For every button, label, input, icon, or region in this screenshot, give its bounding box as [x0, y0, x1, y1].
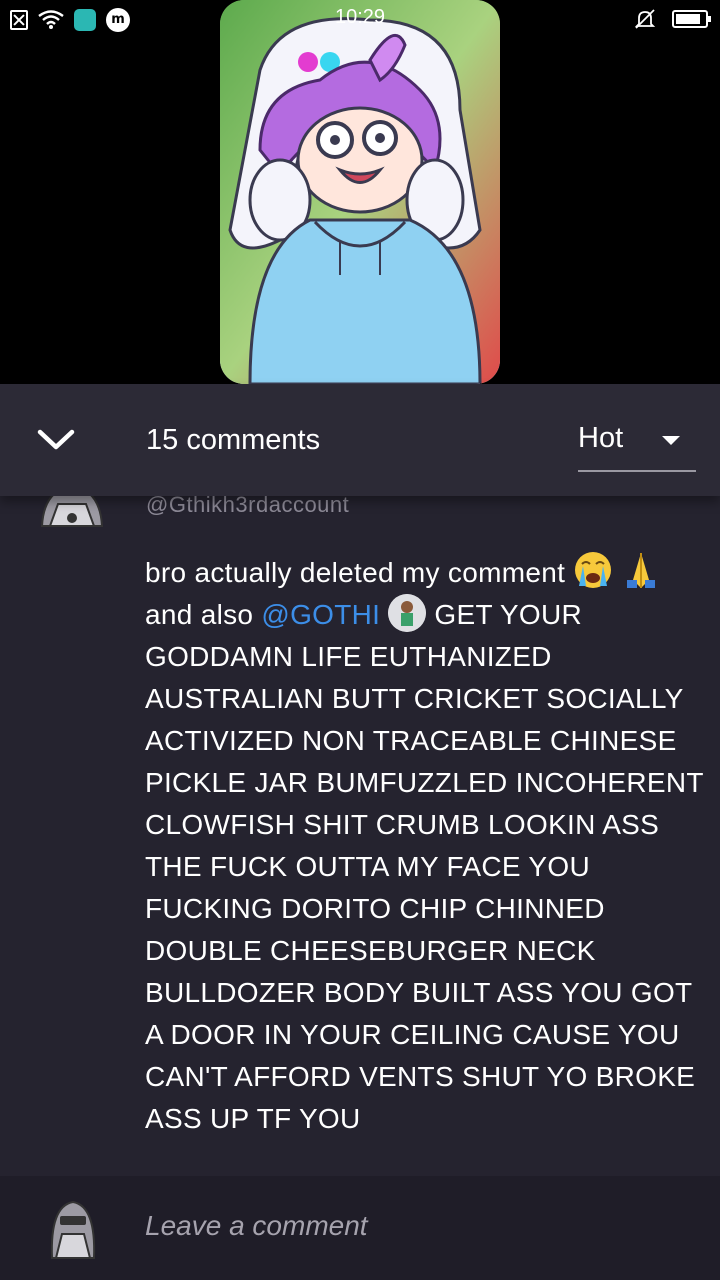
comment-text: bro actually deleted my comment and also…	[145, 550, 705, 1140]
mention-avatar	[388, 594, 427, 632]
cartoon-character-thumbnail	[220, 0, 500, 384]
crying-face-emoji	[575, 552, 612, 588]
battery-icon	[672, 10, 711, 28]
video-thumbnail[interactable]	[220, 0, 500, 384]
comments-sheet: 15 comments Hot @Gthikh3rdaccount bro ac…	[0, 384, 720, 1280]
mention-link[interactable]: @GOTHI	[261, 599, 380, 630]
comment-text-part-2: and also	[145, 599, 262, 630]
avatar	[48, 1198, 98, 1260]
status-bar: m 10:29	[0, 0, 720, 38]
comments-header: 15 comments Hot	[0, 384, 720, 496]
user-avatar-icon	[50, 1200, 96, 1259]
clock: 10:29	[334, 6, 386, 28]
sort-selected-value: Hot	[578, 422, 624, 454]
comments-count: 15 comments	[146, 424, 321, 456]
folded-hands-emoji	[627, 553, 656, 588]
comment-composer: Leave a comment	[0, 1176, 720, 1280]
comment-text-part-3: GET YOUR GODDAMN LIFE EUTHANIZED AUSTRAL…	[145, 599, 704, 1134]
comment-text-part-1: bro actually deleted my comment	[145, 557, 574, 588]
comment-input[interactable]: Leave a comment	[145, 1210, 368, 1242]
collapse-comments-button[interactable]	[30, 420, 82, 460]
bell-muted-icon	[634, 9, 656, 29]
caret-down-icon	[662, 436, 680, 445]
status-bar-right	[634, 8, 711, 30]
video-area[interactable]	[0, 0, 720, 384]
chevron-down-icon	[37, 429, 75, 450]
mention-user-icon	[388, 594, 427, 632]
sort-dropdown[interactable]: Hot	[578, 414, 696, 472]
